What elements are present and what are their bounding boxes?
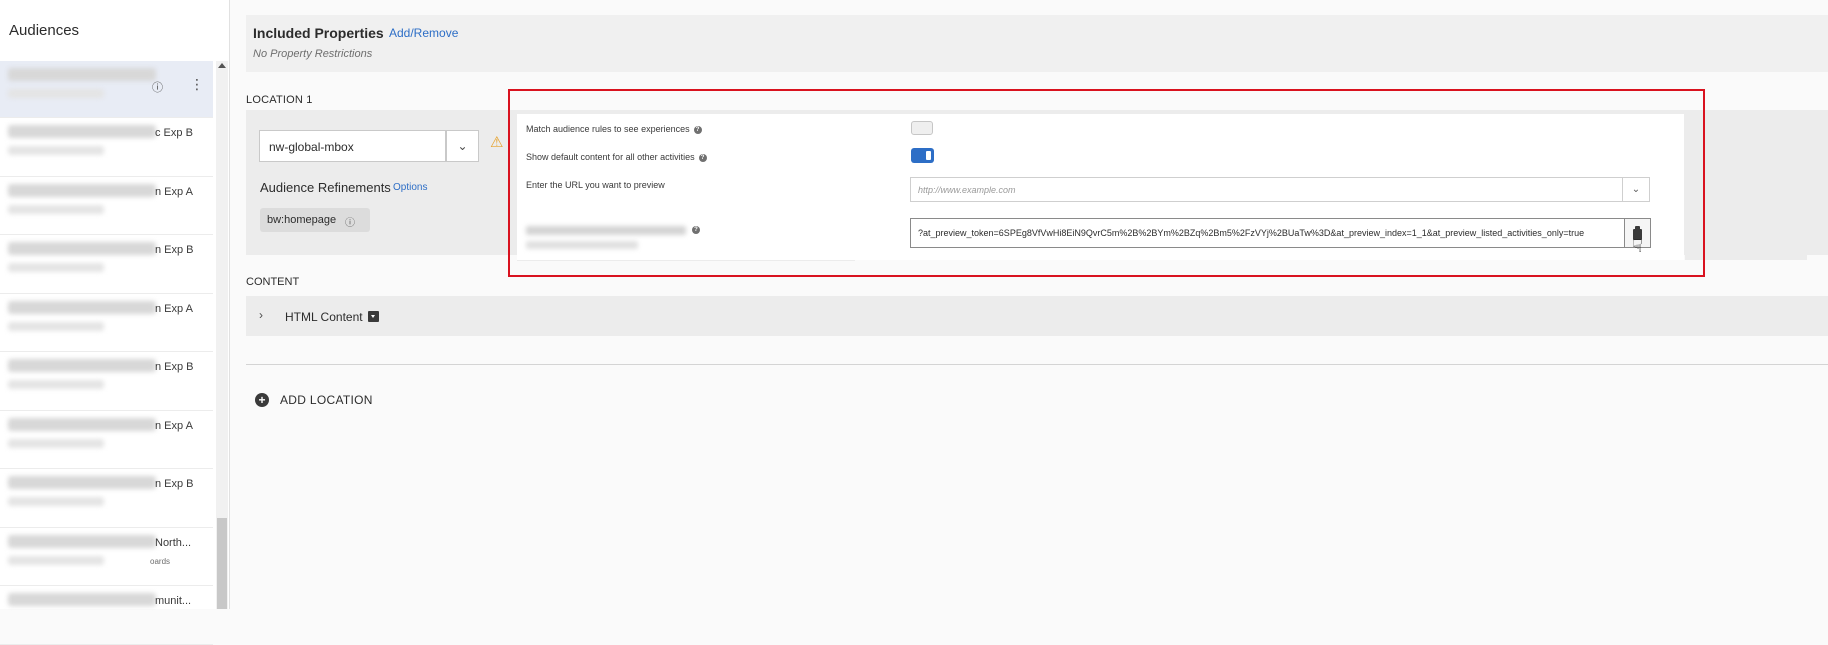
list-item[interactable]: n Exp A [0, 177, 213, 235]
html-content-label[interactable]: HTML Content [285, 310, 363, 324]
add-location-button[interactable]: ADD LOCATION [280, 393, 373, 407]
chevron-right-icon[interactable]: › [259, 308, 263, 322]
blurred-audience-name [8, 300, 156, 314]
blurred-audience-detail [8, 204, 104, 214]
list-item[interactable]: n Exp A [0, 294, 213, 352]
list-item[interactable]: n Exp B [0, 235, 213, 294]
blurred-audience-name [8, 593, 156, 606]
included-properties-panel [246, 15, 1828, 72]
blurred-audience-name [8, 68, 156, 81]
blurred-audience-name [8, 534, 156, 548]
info-icon[interactable]: ⓘ [345, 214, 355, 229]
audience-name-suffix: n Exp B [155, 244, 194, 256]
dropdown-menu-icon[interactable] [368, 311, 379, 322]
blurred-audience-name [8, 125, 156, 138]
blurred-audience-name [8, 417, 156, 431]
refinement-tag-label: bw:homepage [267, 214, 337, 226]
blurred-audience-detail [8, 380, 104, 389]
audiences-sidebar: Audiences ⓘ ⋮ c Exp B n Exp A n Exp B n … [0, 0, 230, 645]
audience-name-suffix: munit... [155, 595, 192, 607]
content-label: CONTENT [246, 276, 300, 288]
list-item[interactable]: n Exp B [0, 352, 213, 411]
scrollbar-thumb[interactable] [217, 518, 227, 609]
divider [246, 364, 1828, 365]
audience-list: ⓘ ⋮ c Exp B n Exp A n Exp B n Exp A n Ex… [0, 61, 213, 645]
audience-name-suffix: North... [155, 536, 192, 549]
audience-name-suffix: n Exp B [155, 478, 194, 490]
audience-name-suffix: n Exp A [155, 185, 193, 198]
html-content-row[interactable] [246, 296, 1828, 336]
blurred-audience-detail [8, 321, 104, 331]
property-restrictions-text: No Property Restrictions [253, 48, 373, 60]
chevron-down-icon[interactable]: ⌄ [446, 130, 479, 162]
list-item[interactable]: n Exp B [0, 469, 213, 528]
list-item[interactable]: ⓘ ⋮ [0, 61, 213, 118]
list-item[interactable]: North... oards [0, 528, 213, 586]
blurred-audience-detail [8, 146, 104, 155]
audience-name-suffix: n Exp A [155, 419, 193, 432]
blurred-audience-name [8, 183, 156, 197]
audience-name-suffix: c Exp B [155, 127, 193, 139]
mbox-select[interactable]: nw-global-mbox [259, 130, 446, 162]
sidebar-scrollbar[interactable] [216, 61, 228, 609]
blurred-audience-name [8, 476, 156, 489]
plus-circle-icon[interactable]: + [255, 393, 269, 407]
add-remove-link[interactable]: Add/Remove [389, 26, 458, 40]
location-label: LOCATION 1 [246, 94, 313, 106]
list-item[interactable]: n Exp A [0, 411, 213, 469]
info-icon[interactable]: ⓘ [152, 79, 163, 95]
refinement-tag[interactable]: bw:homepage ⓘ [260, 208, 370, 232]
highlight-annotation-box [508, 89, 1705, 277]
warning-icon: ⚠ [490, 134, 504, 151]
blurred-audience-name [8, 242, 156, 255]
blurred-audience-detail [8, 497, 104, 506]
scroll-up-arrow-icon[interactable] [218, 63, 226, 68]
sidebar-title: Audiences [9, 22, 80, 39]
list-item[interactable]: c Exp B [0, 118, 213, 177]
list-item[interactable]: munit... [0, 586, 213, 645]
audience-name-suffix: n Exp B [155, 361, 194, 373]
blurred-audience-detail [8, 89, 104, 98]
blurred-audience-detail [8, 555, 104, 565]
audience-name-subtext: oards [150, 556, 171, 566]
audience-name-suffix: n Exp A [155, 302, 193, 315]
blurred-audience-detail [8, 438, 104, 448]
blurred-audience-name [8, 359, 156, 372]
options-link[interactable]: Options [393, 182, 427, 193]
audience-refinements-label: Audience Refinements [260, 180, 391, 195]
included-properties-title: Included Properties [253, 25, 384, 41]
blurred-audience-detail [8, 263, 104, 272]
more-options-icon[interactable]: ⋮ [190, 77, 204, 91]
